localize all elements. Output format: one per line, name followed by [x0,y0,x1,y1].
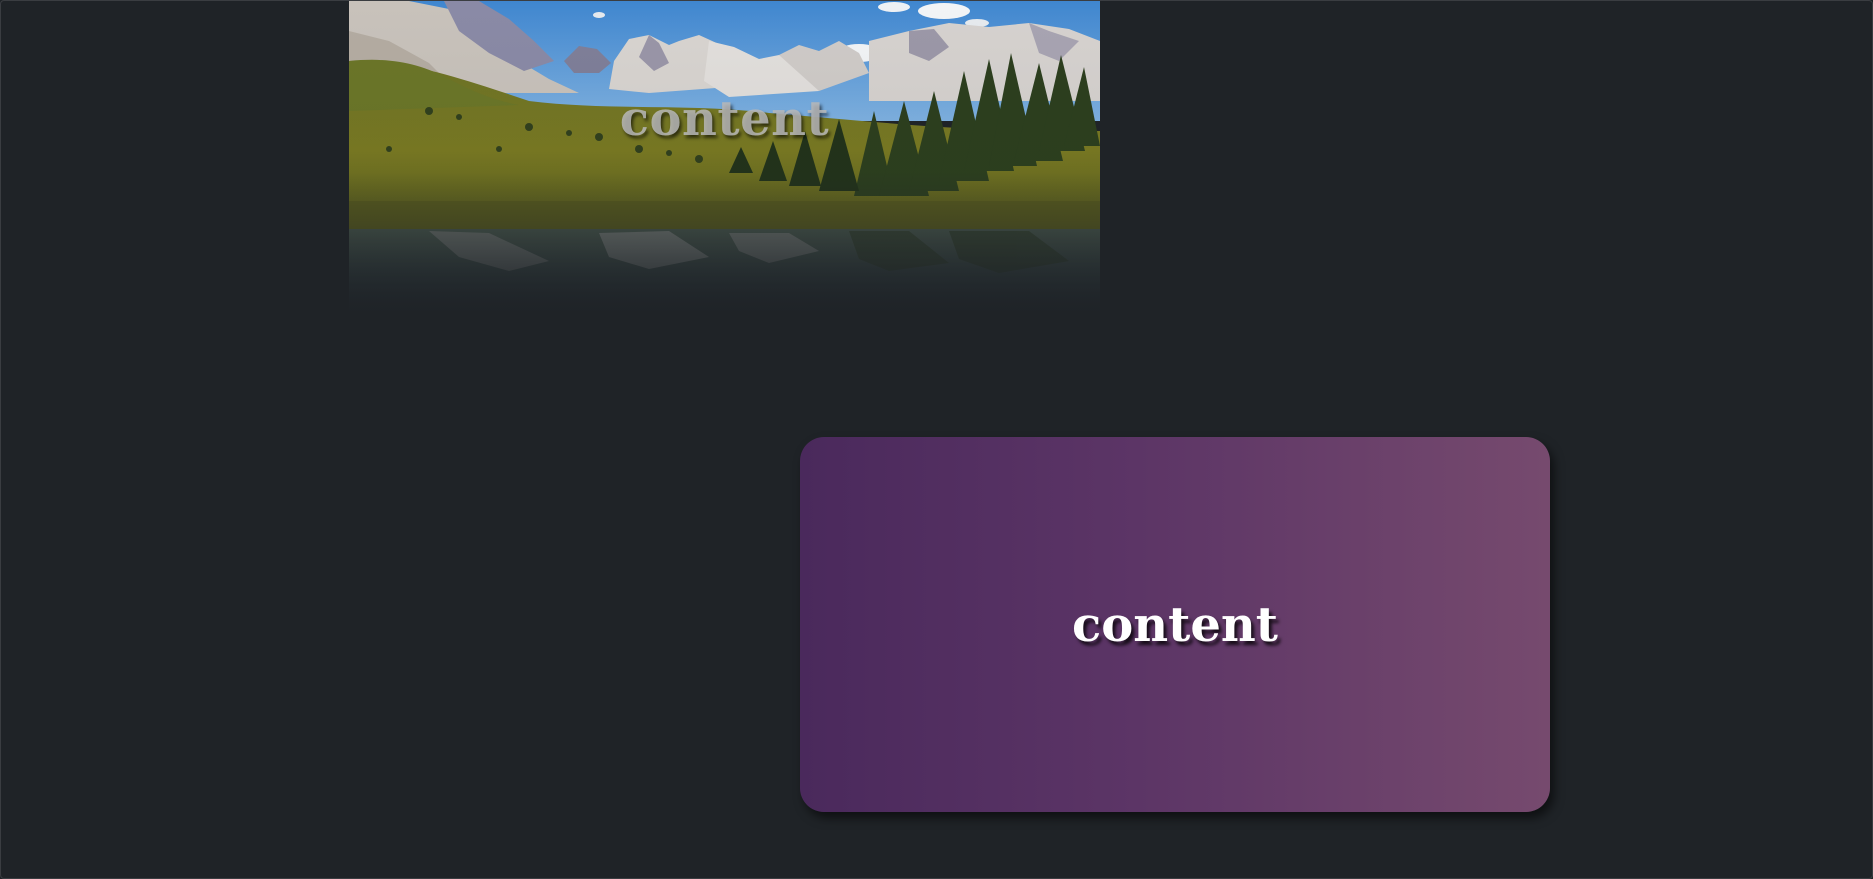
gradient-card: content [800,437,1550,812]
image-fade-overlay [349,1,1100,313]
gradient-card-text: content [1072,596,1278,653]
landscape-image-card: content [349,1,1100,313]
landscape-card-text: content [619,91,830,147]
page-canvas: content content [0,0,1873,879]
